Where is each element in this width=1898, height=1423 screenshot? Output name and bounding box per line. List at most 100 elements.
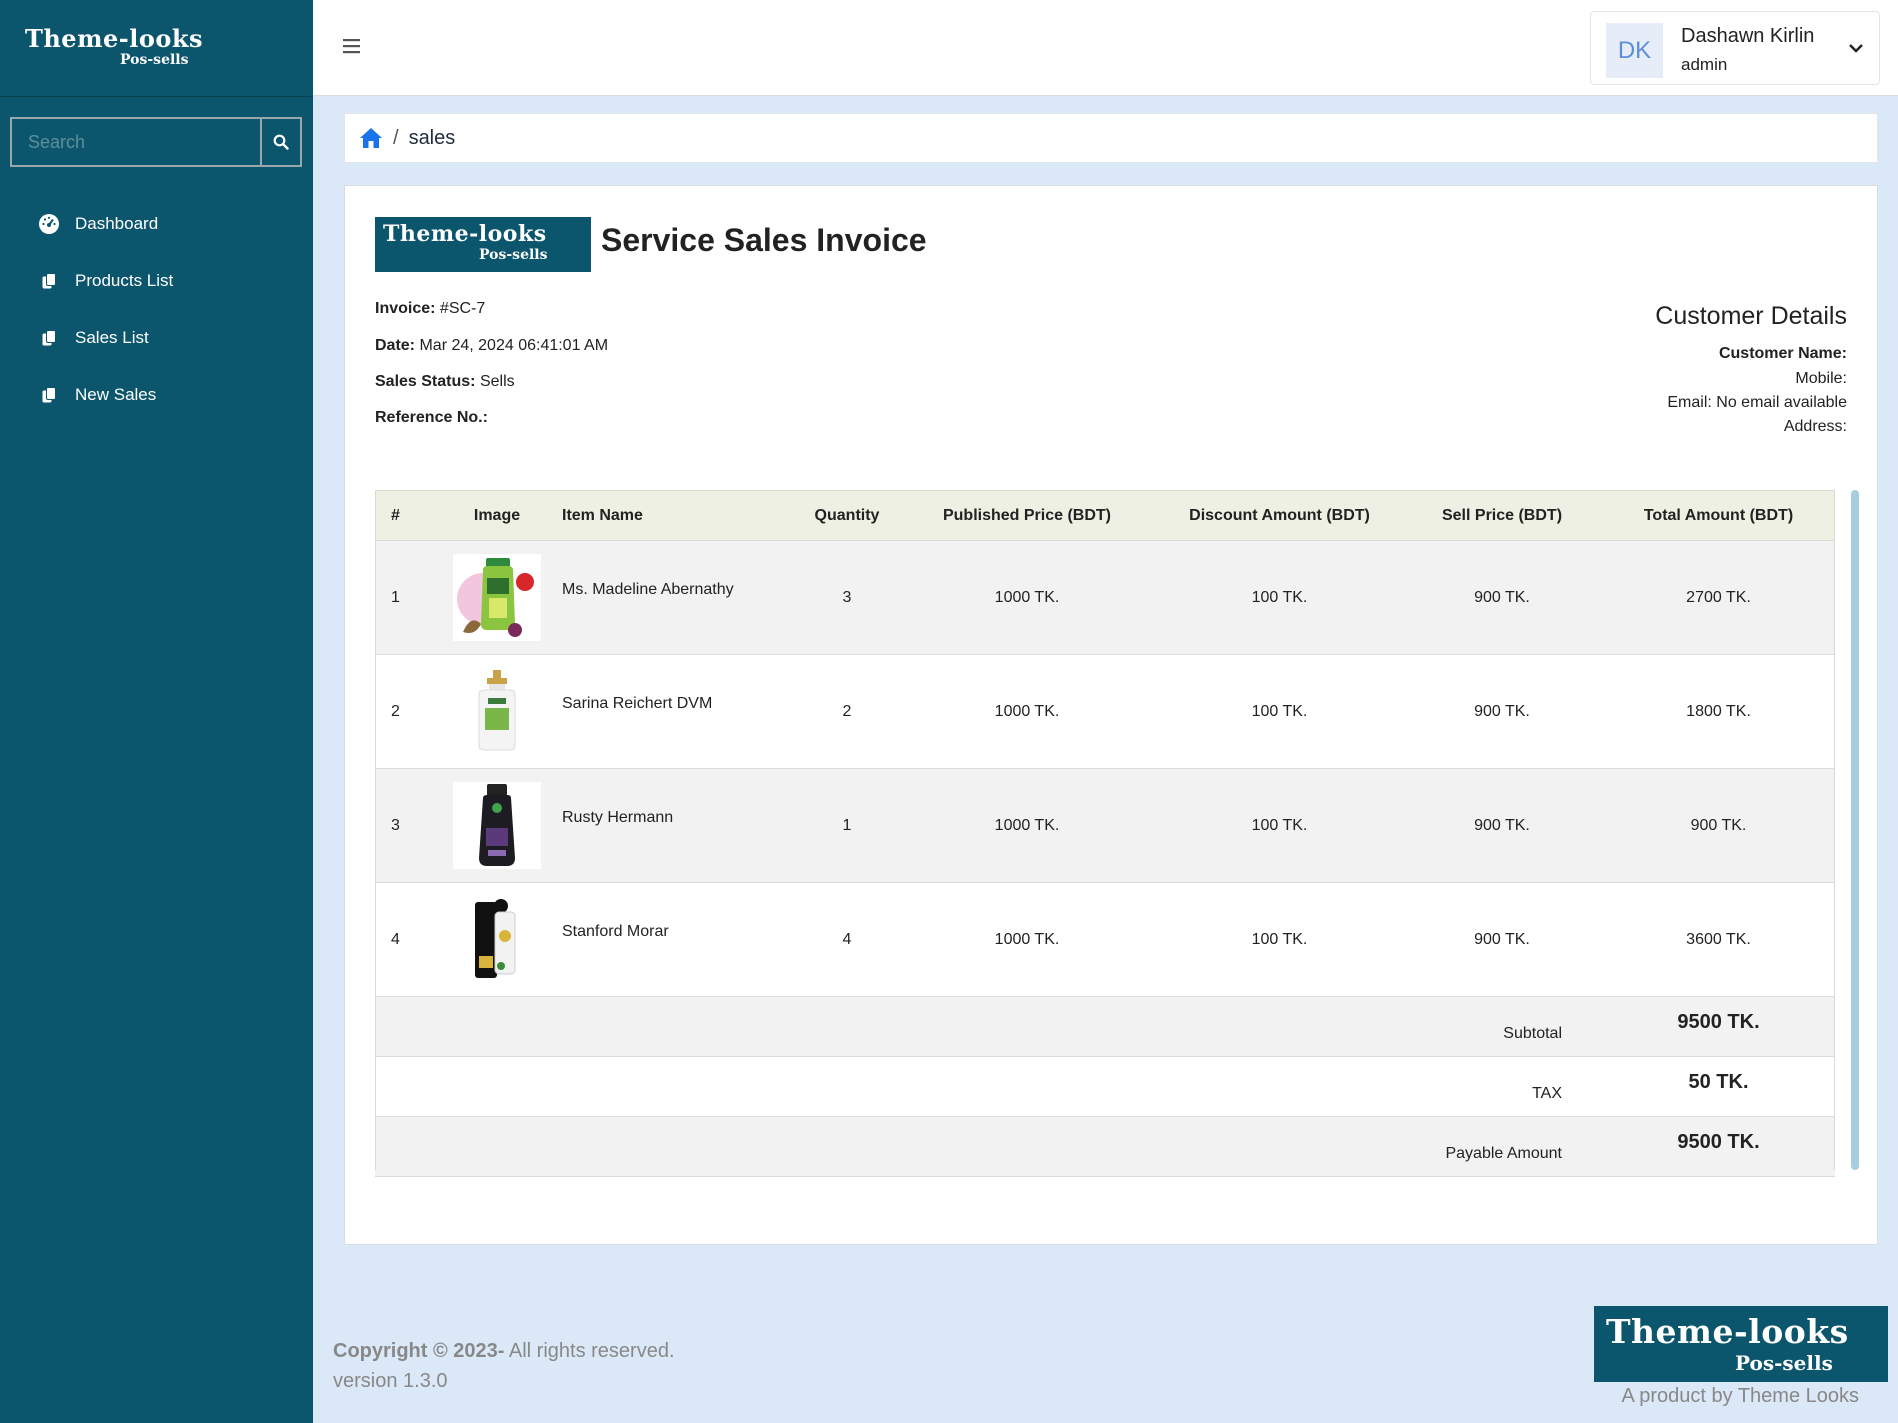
published-price: 1000 TK. xyxy=(897,540,1157,655)
sell-price: 900 TK. xyxy=(1402,540,1602,655)
menu-toggle-button[interactable] xyxy=(341,36,363,56)
published-price: 1000 TK. xyxy=(897,768,1157,883)
discount-amount: 100 TK. xyxy=(1157,540,1402,655)
breadcrumb: / sales xyxy=(344,113,1878,163)
subtotal-row: Subtotal 9500 TK. xyxy=(375,996,1835,1057)
sell-price: 900 TK. xyxy=(1402,882,1602,997)
table-row: 1 Ms. Madeline Abernathy 3 1000 TK. 100 … xyxy=(375,540,1835,655)
published-price: 1000 TK. xyxy=(897,654,1157,769)
page-title: Service Sales Invoice xyxy=(601,222,927,258)
payable-row: Payable Amount 9500 TK. xyxy=(375,1116,1835,1177)
brand-logo[interactable]: Theme-looks Pos-sells xyxy=(0,0,313,97)
sidebar-item-label: Dashboard xyxy=(75,213,159,233)
column-header: Item Name xyxy=(562,490,797,541)
sidebar-item-products-list[interactable]: Products List xyxy=(0,252,313,309)
invoice-number-value: #SC-7 xyxy=(439,300,486,317)
invoice-number: Invoice: #SC-7 xyxy=(375,300,485,318)
discount-amount: 100 TK. xyxy=(1157,768,1402,883)
sidebar-item-label: Sales List xyxy=(75,327,149,347)
subtotal-value: 9500 TK. xyxy=(1602,996,1835,1057)
column-header: Quantity xyxy=(797,490,897,541)
total-amount: 900 TK. xyxy=(1602,768,1835,883)
invoice-logo-sub: Pos-sells xyxy=(479,247,548,263)
row-number: 2 xyxy=(375,654,432,769)
footer-version: version 1.3.0 xyxy=(333,1370,448,1392)
search-icon xyxy=(273,134,289,150)
search-button[interactable] xyxy=(262,119,300,165)
item-name: Sarina Reichert DVM xyxy=(562,654,797,769)
table-row: 3 Rusty Hermann 1 1000 TK. 100 TK. 900 T… xyxy=(375,768,1835,883)
search-input[interactable] xyxy=(12,119,262,165)
sidebar-item-dashboard[interactable]: Dashboard xyxy=(0,195,313,252)
footer-logo: Theme-looks Pos-sells xyxy=(1594,1306,1888,1382)
payable-value: 9500 TK. xyxy=(1602,1116,1835,1177)
user-role: admin xyxy=(1681,55,1728,74)
tax-label: TAX xyxy=(375,1056,1602,1117)
sidebar: Theme-looks Pos-sells Search Dashboard P… xyxy=(0,0,313,1423)
table-row: 2 Sarina Reichert DVM 2 1000 TK. 100 TK.… xyxy=(375,654,1835,769)
product-image xyxy=(453,896,541,983)
row-number: 4 xyxy=(375,882,432,997)
customer-email-label: Email: xyxy=(1667,394,1712,411)
column-header: Image xyxy=(432,490,562,541)
total-amount: 1800 TK. xyxy=(1602,654,1835,769)
payable-label: Payable Amount xyxy=(375,1116,1602,1177)
footer-logo-sub: Pos-sells xyxy=(1735,1351,1833,1375)
sidebar-item-sales-list[interactable]: Sales List xyxy=(0,309,313,366)
customer-details-heading: Customer Details xyxy=(1655,302,1847,330)
chevron-down-icon xyxy=(1849,44,1863,53)
copyright-rest: All rights reserved. xyxy=(504,1340,675,1362)
copyright-bold: Copyright © 2023- xyxy=(333,1340,505,1362)
subtotal-label: Subtotal xyxy=(375,996,1602,1057)
brand-name: Theme-looks xyxy=(25,24,203,53)
product-image-cell xyxy=(432,768,562,883)
tax-value: 50 TK. xyxy=(1602,1056,1835,1117)
user-menu[interactable]: DK Dashawn Kirlin admin xyxy=(1590,11,1880,85)
invoice-date-label: Date: xyxy=(375,337,416,354)
published-price: 1000 TK. xyxy=(897,882,1157,997)
item-name: Rusty Hermann xyxy=(562,768,797,883)
avatar: DK xyxy=(1606,23,1663,78)
reference-no-label: Reference No.: xyxy=(375,409,488,426)
sell-price: 900 TK. xyxy=(1402,768,1602,883)
column-header: Total Amount (BDT) xyxy=(1602,490,1835,541)
breadcrumb-current: sales xyxy=(408,126,456,149)
sidebar-item-label: New Sales xyxy=(75,384,157,404)
discount-amount: 100 TK. xyxy=(1157,882,1402,997)
product-image xyxy=(453,668,541,755)
topbar: DK Dashawn Kirlin admin xyxy=(313,0,1898,96)
customer-email: Email: No email available xyxy=(1667,394,1847,412)
invoice-date-value: Mar 24, 2024 06:41:01 AM xyxy=(419,337,609,354)
invoice-number-label: Invoice: xyxy=(375,300,436,317)
total-amount: 3600 TK. xyxy=(1602,882,1835,997)
column-header: Sell Price (BDT) xyxy=(1402,490,1602,541)
column-header: Published Price (BDT) xyxy=(897,490,1157,541)
item-name: Ms. Madeline Abernathy xyxy=(562,540,797,655)
table-scrollbar[interactable] xyxy=(1851,490,1859,1170)
sell-price: 900 TK. xyxy=(1402,654,1602,769)
quantity: 1 xyxy=(797,768,897,883)
invoice-card: Theme-looks Pos-sells Service Sales Invo… xyxy=(344,185,1878,1245)
quantity: 2 xyxy=(797,654,897,769)
breadcrumb-separator: / xyxy=(393,126,399,149)
sidebar-item-new-sales[interactable]: New Sales xyxy=(0,366,313,423)
sales-status: Sales Status: Sells xyxy=(375,373,515,391)
user-name: Dashawn Kirlin xyxy=(1681,25,1815,47)
table-header-row: # Image Item Name Quantity Published Pri… xyxy=(375,490,1835,541)
home-icon[interactable] xyxy=(359,127,383,149)
product-image-cell xyxy=(432,654,562,769)
product-image-cell xyxy=(432,882,562,997)
sales-status-label: Sales Status: xyxy=(375,373,476,390)
invoice-logo: Theme-looks Pos-sells xyxy=(375,217,591,272)
quantity: 3 xyxy=(797,540,897,655)
copy-icon xyxy=(38,270,60,292)
total-amount: 2700 TK. xyxy=(1602,540,1835,655)
copy-icon xyxy=(38,384,60,406)
footer-copyright: Copyright © 2023- All rights reserved. xyxy=(333,1340,675,1363)
table-row: 4 Stanford Morar 4 1000 TK. 100 TK. 900 … xyxy=(375,882,1835,997)
quantity: 4 xyxy=(797,882,897,997)
customer-email-value: No email available xyxy=(1716,394,1847,411)
discount-amount: 100 TK. xyxy=(1157,654,1402,769)
copy-icon xyxy=(38,327,60,349)
dashboard-gauge-icon xyxy=(38,213,60,235)
